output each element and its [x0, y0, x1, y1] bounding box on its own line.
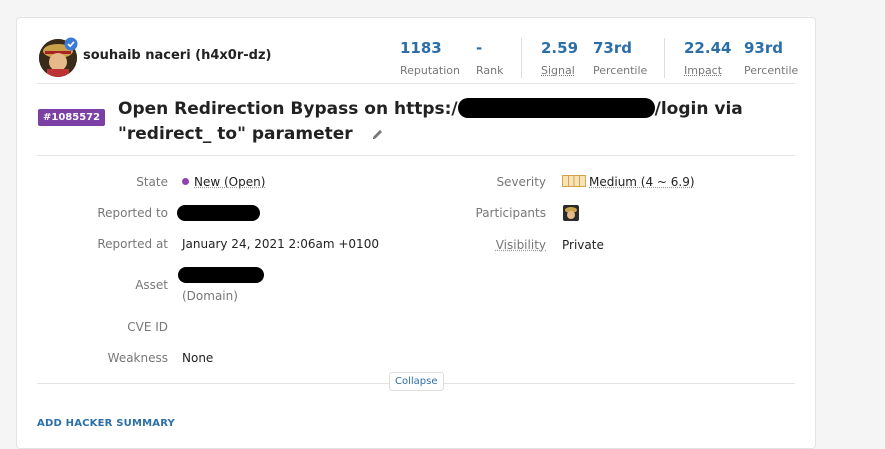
verified-badge-icon: [64, 36, 78, 51]
stat-reputation: 1183 Reputation: [400, 39, 460, 77]
asset-label: Asset: [135, 278, 168, 292]
report-id-badge: #1085572: [38, 109, 106, 126]
participant-avatar[interactable]: [563, 205, 579, 221]
stat-signal: 2.59 Signal: [541, 39, 578, 77]
signal-percentile-value: 73rd: [593, 39, 633, 57]
header-divider: [37, 83, 795, 84]
stats-divider: [521, 38, 522, 78]
weakness-label: Weakness: [107, 351, 168, 365]
severity-label: Severity: [496, 175, 546, 189]
stats-divider: [664, 38, 665, 78]
rank-value: -: [476, 39, 483, 57]
stat-impact: 22.44 Impact: [684, 39, 731, 77]
impact-value: 22.44: [684, 39, 732, 57]
visibility-label-text[interactable]: Visibility: [496, 238, 546, 252]
state-dot-icon: [182, 178, 189, 185]
severity-value: Medium (4 ~ 6.9): [562, 175, 695, 189]
redacted-program: [177, 205, 260, 221]
cve-id-label: CVE ID: [127, 320, 168, 334]
reported-at-label: Reported at: [97, 237, 168, 251]
visibility-value: Private: [562, 238, 604, 252]
signal-percentile-label: Percentile: [593, 64, 648, 77]
signal-label[interactable]: Signal: [541, 64, 578, 77]
asset-type: (Domain): [182, 289, 238, 303]
edit-title-pencil-icon[interactable]: [371, 124, 384, 149]
signal-value: 2.59: [541, 39, 579, 57]
collapse-button[interactable]: Collapse: [389, 372, 444, 391]
impact-percentile-value: 93rd: [744, 39, 784, 57]
report-title-prefix: Open Redirection Bypass on https:/: [118, 99, 458, 119]
redacted-asset: [178, 267, 264, 283]
participants-label: Participants: [475, 206, 547, 220]
impact-label[interactable]: Impact: [684, 64, 731, 77]
severity-text[interactable]: Medium (4 ~ 6.9): [589, 175, 695, 189]
reported-at-value: January 24, 2021 2:06am +0100: [182, 237, 379, 251]
rank-label: Rank: [476, 64, 504, 77]
title-divider: [37, 155, 795, 156]
state-text[interactable]: New (Open): [194, 175, 265, 189]
reputation-label: Reputation: [400, 64, 460, 77]
redacted-domain: [457, 98, 655, 118]
stat-rank: - Rank: [476, 39, 503, 77]
severity-meter-icon: [562, 175, 586, 187]
add-hacker-summary-link[interactable]: ADD HACKER SUMMARY: [37, 418, 175, 429]
weakness-value: None: [182, 351, 214, 365]
visibility-label: Visibility: [411, 238, 546, 252]
state-label: State: [136, 175, 168, 189]
report-title: Open Redirection Bypass on https://login…: [118, 97, 798, 149]
impact-percentile-label: Percentile: [744, 64, 799, 77]
report-card: souhaib naceri (h4x0r-dz) 1183 Reputatio…: [16, 17, 816, 449]
reported-to-label: Reported to: [97, 206, 168, 220]
hacker-username[interactable]: souhaib naceri (h4x0r-dz): [83, 48, 271, 63]
stat-signal-percentile: 73rd Percentile: [593, 39, 647, 77]
reputation-value: 1183: [400, 39, 442, 57]
state-value: New (Open): [182, 175, 265, 189]
stat-impact-percentile: 93rd Percentile: [744, 39, 798, 77]
